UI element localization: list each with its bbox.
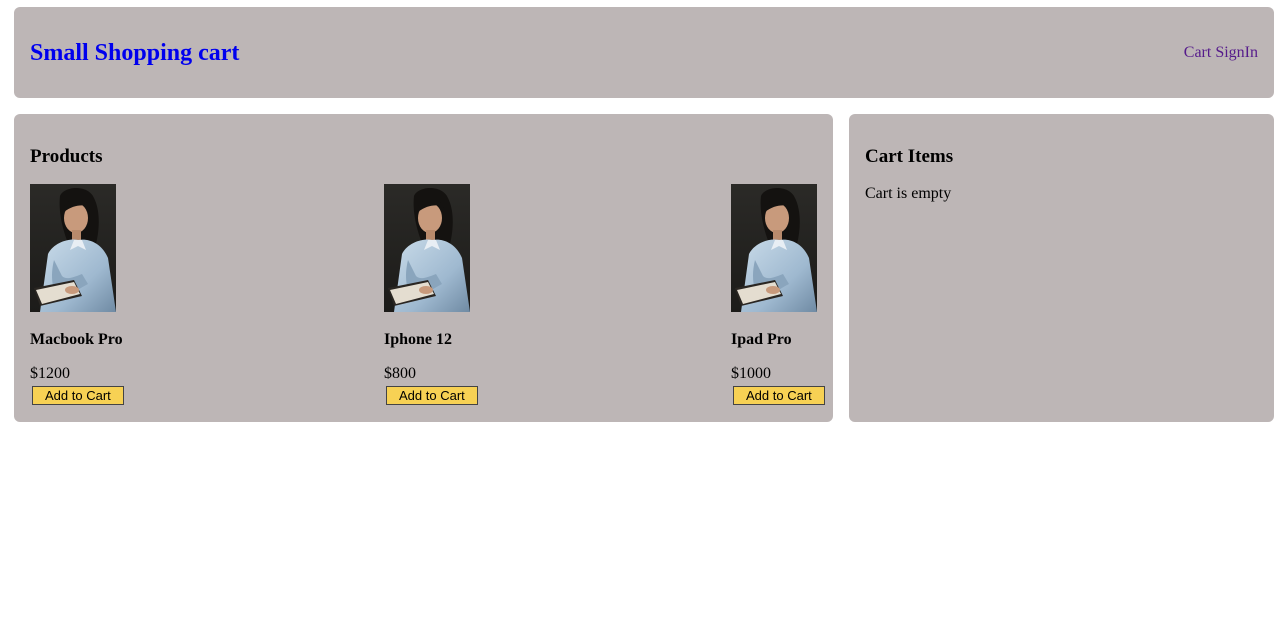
product-card: Iphone 12 $800 Add to Cart bbox=[384, 184, 478, 405]
product-image bbox=[384, 184, 470, 312]
product-card: Ipad Pro $1000 Add to Cart bbox=[731, 184, 825, 405]
product-card: Macbook Pro $1200 Add to Cart bbox=[30, 184, 124, 405]
product-name: Iphone 12 bbox=[384, 331, 453, 348]
product-image bbox=[731, 184, 817, 312]
nav-signin-link[interactable]: SignIn bbox=[1215, 44, 1258, 61]
brand-title[interactable]: Small Shopping cart bbox=[30, 39, 239, 67]
cart-empty-message: Cart is empty bbox=[865, 185, 952, 202]
top-nav: Cart SignIn bbox=[1184, 43, 1258, 63]
cart-heading: Cart Items bbox=[865, 146, 954, 167]
product-price: $1000 bbox=[731, 365, 771, 382]
product-price: $800 bbox=[384, 365, 416, 382]
cart-panel: Cart Items Cart is empty bbox=[849, 114, 1274, 422]
products-panel: Products Macbook Pro $1200 Add to Cart I… bbox=[14, 114, 833, 422]
product-price: $1200 bbox=[30, 365, 70, 382]
product-name: Ipad Pro bbox=[731, 331, 792, 348]
add-to-cart-button[interactable]: Add to Cart bbox=[32, 386, 124, 405]
add-to-cart-button[interactable]: Add to Cart bbox=[386, 386, 478, 405]
add-to-cart-button[interactable]: Add to Cart bbox=[733, 386, 825, 405]
site-header: Small Shopping cart Cart SignIn bbox=[14, 7, 1274, 98]
product-name: Macbook Pro bbox=[30, 331, 123, 348]
products-heading: Products bbox=[30, 146, 103, 167]
product-image bbox=[30, 184, 116, 312]
nav-cart-link[interactable]: Cart bbox=[1184, 44, 1212, 61]
